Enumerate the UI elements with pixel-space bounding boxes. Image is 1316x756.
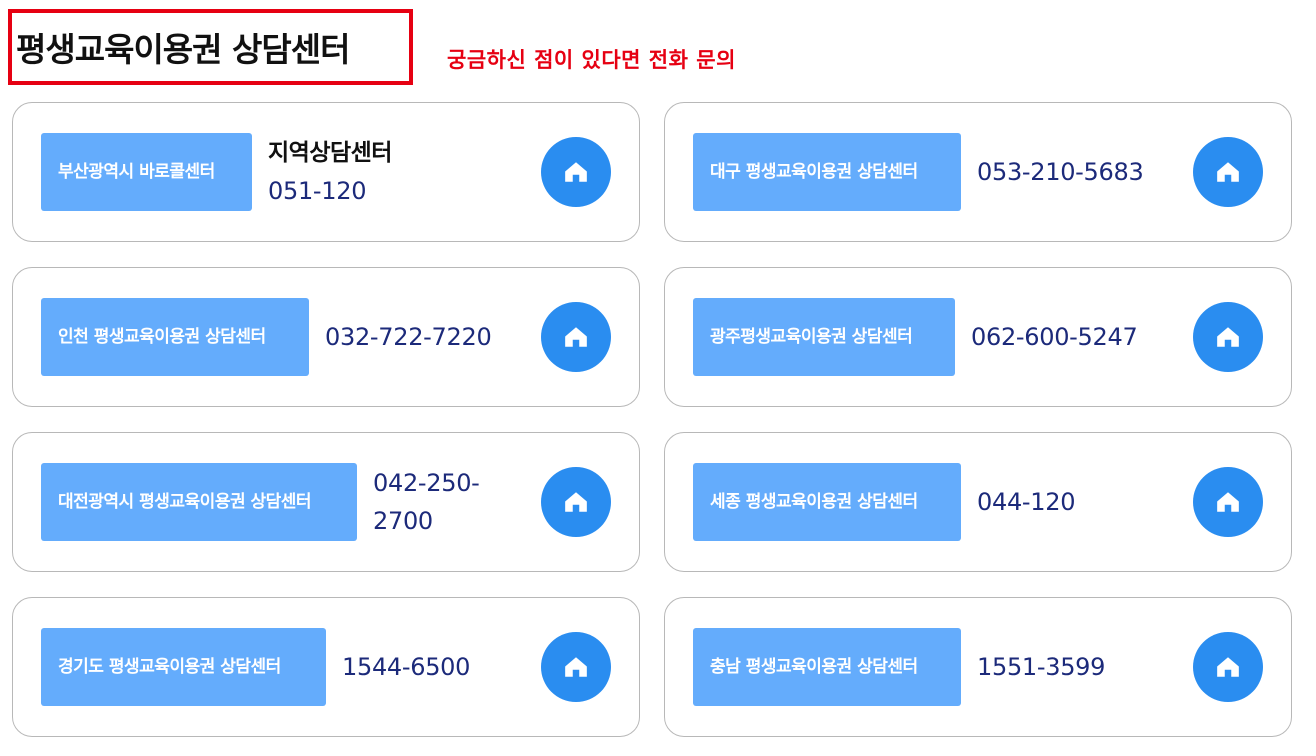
- center-info: 044-120: [977, 483, 1075, 521]
- center-info: 053-210-5683: [977, 153, 1144, 191]
- center-name-button[interactable]: 대구 평생교육이용권 상담센터: [693, 133, 961, 211]
- center-info: 1544-6500: [342, 648, 470, 686]
- home-button[interactable]: [541, 632, 611, 702]
- page-subtitle: 궁금하신 점이 있다면 전화 문의: [447, 48, 736, 72]
- center-info: 062-600-5247: [971, 318, 1138, 356]
- home-icon: [565, 162, 587, 182]
- center-card-daejeon: 대전광역시 평생교육이용권 상담센터 042-250-2700: [12, 432, 640, 572]
- home-icon: [1217, 162, 1239, 182]
- home-button[interactable]: [1193, 632, 1263, 702]
- home-button[interactable]: [541, 467, 611, 537]
- center-card-incheon: 인천 평생교육이용권 상담센터 032-722-7220: [12, 267, 640, 407]
- home-icon: [565, 492, 587, 512]
- phone-number: 032-722-7220: [325, 323, 492, 351]
- center-info: 032-722-7220: [325, 318, 492, 356]
- center-name-button[interactable]: 세종 평생교육이용권 상담센터: [693, 463, 961, 541]
- home-button[interactable]: [1193, 302, 1263, 372]
- home-button[interactable]: [1193, 137, 1263, 207]
- center-name-button[interactable]: 부산광역시 바로콜센터: [41, 133, 252, 211]
- region-label: 지역상담센터: [268, 140, 392, 166]
- home-icon: [1217, 657, 1239, 677]
- center-info: 지역상담센터 051-120: [268, 134, 392, 210]
- home-icon: [1217, 492, 1239, 512]
- home-icon: [565, 657, 587, 677]
- phone-number: 062-600-5247: [971, 323, 1138, 351]
- center-card-gyeonggi: 경기도 평생교육이용권 상담센터 1544-6500: [12, 597, 640, 737]
- page-header: 평생교육이용권 상담센터 궁금하신 점이 있다면 전화 문의: [0, 0, 1316, 100]
- phone-number: 051-120: [268, 177, 367, 205]
- home-icon: [1217, 327, 1239, 347]
- phone-number: 1551-3599: [977, 653, 1106, 681]
- home-icon: [565, 327, 587, 347]
- center-card-daegu: 대구 평생교육이용권 상담센터 053-210-5683: [664, 102, 1292, 242]
- page-title: 평생교육이용권 상담센터: [16, 30, 350, 69]
- home-button[interactable]: [541, 137, 611, 207]
- phone-number: 053-210-5683: [977, 158, 1144, 186]
- center-card-busan: 부산광역시 바로콜센터 지역상담센터 051-120: [12, 102, 640, 242]
- phone-number: 042-250-2700: [373, 469, 480, 535]
- center-card-chungnam: 충남 평생교육이용권 상담센터 1551-3599: [664, 597, 1292, 737]
- center-card-gwangju: 광주평생교육이용권 상담센터 062-600-5247: [664, 267, 1292, 407]
- center-info: 042-250-2700: [373, 464, 503, 540]
- center-name-button[interactable]: 광주평생교육이용권 상담센터: [693, 298, 955, 376]
- center-name-button[interactable]: 대전광역시 평생교육이용권 상담센터: [41, 463, 357, 541]
- home-button[interactable]: [1193, 467, 1263, 537]
- center-grid: 부산광역시 바로콜센터 지역상담센터 051-120 대구 평생교육이용권 상담…: [12, 102, 1292, 737]
- phone-number: 044-120: [977, 488, 1076, 516]
- center-name-button[interactable]: 충남 평생교육이용권 상담센터: [693, 628, 961, 706]
- phone-number: 1544-6500: [342, 653, 471, 681]
- center-info: 1551-3599: [977, 648, 1105, 686]
- page-title-box: 평생교육이용권 상담센터: [8, 9, 413, 85]
- center-name-button[interactable]: 인천 평생교육이용권 상담센터: [41, 298, 309, 376]
- home-button[interactable]: [541, 302, 611, 372]
- center-card-sejong: 세종 평생교육이용권 상담센터 044-120: [664, 432, 1292, 572]
- center-name-button[interactable]: 경기도 평생교육이용권 상담센터: [41, 628, 326, 706]
